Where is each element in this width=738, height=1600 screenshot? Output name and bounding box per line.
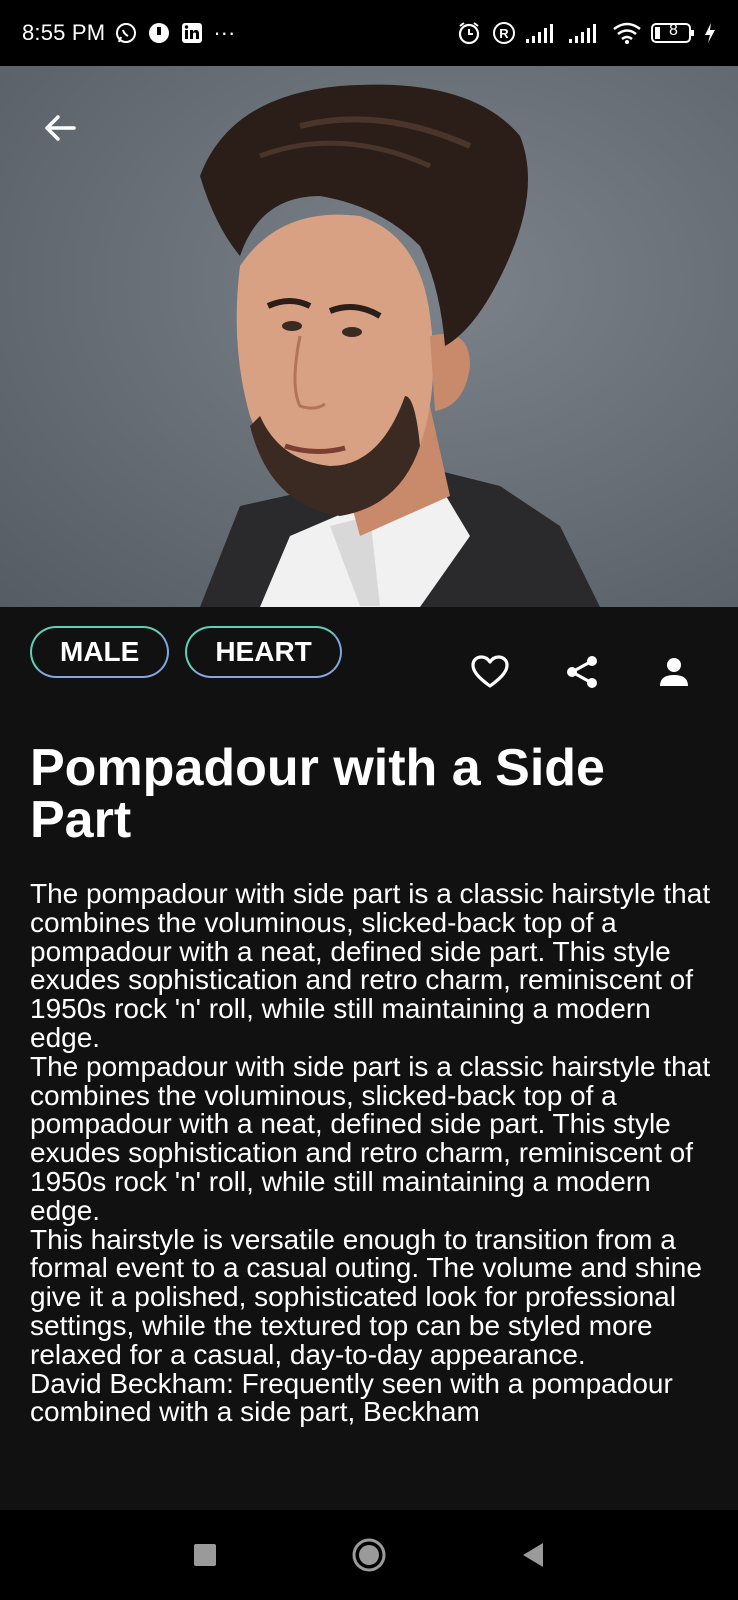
share-icon xyxy=(567,656,597,688)
page-title: Pompadour with a Side Part xyxy=(30,739,605,849)
status-bar: 8:55 PM ··· R 8 xyxy=(0,0,738,66)
recent-apps-button[interactable] xyxy=(155,1525,255,1585)
triangle-back-icon xyxy=(523,1543,543,1567)
status-time: 8:55 PM xyxy=(22,20,106,45)
tag-list: MALE HEART xyxy=(30,626,342,678)
registered-icon: R xyxy=(491,20,517,46)
favorite-button[interactable] xyxy=(460,650,520,694)
man-portrait-illustration xyxy=(200,84,600,607)
circle-icon xyxy=(352,1538,386,1572)
tag-heart[interactable]: HEART xyxy=(185,626,342,678)
more-notifications: ··· xyxy=(213,20,236,45)
heart-icon xyxy=(471,655,509,688)
svg-text:R: R xyxy=(499,26,509,41)
whatsapp-icon xyxy=(114,21,138,45)
square-icon xyxy=(194,1544,216,1566)
status-right: R 8 xyxy=(456,20,716,46)
signal-icon xyxy=(569,22,603,44)
nav-back-button[interactable] xyxy=(483,1525,583,1585)
description-text: The pompadour with side part is a classi… xyxy=(30,880,711,1428)
back-button[interactable] xyxy=(38,106,82,150)
wifi-icon xyxy=(612,21,642,45)
arrow-left-icon xyxy=(45,115,76,141)
person-icon xyxy=(660,658,688,686)
charging-icon xyxy=(704,22,716,44)
home-button[interactable] xyxy=(319,1525,419,1585)
action-bar xyxy=(460,650,736,694)
linkedin-icon xyxy=(180,21,204,45)
description-scroll[interactable]: The pompadour with side part is a classi… xyxy=(0,880,738,1510)
battery-icon: 8 xyxy=(651,21,695,45)
app-icon xyxy=(147,21,171,45)
share-button[interactable] xyxy=(552,650,612,694)
signal-icon xyxy=(526,22,560,44)
hero-image xyxy=(0,66,738,607)
alarm-icon xyxy=(456,20,482,46)
status-left: 8:55 PM ··· xyxy=(22,20,235,46)
system-nav-bar xyxy=(0,1510,738,1600)
battery-level: 8 xyxy=(669,22,678,39)
profile-button[interactable] xyxy=(644,650,704,694)
tag-male[interactable]: MALE xyxy=(30,626,170,678)
